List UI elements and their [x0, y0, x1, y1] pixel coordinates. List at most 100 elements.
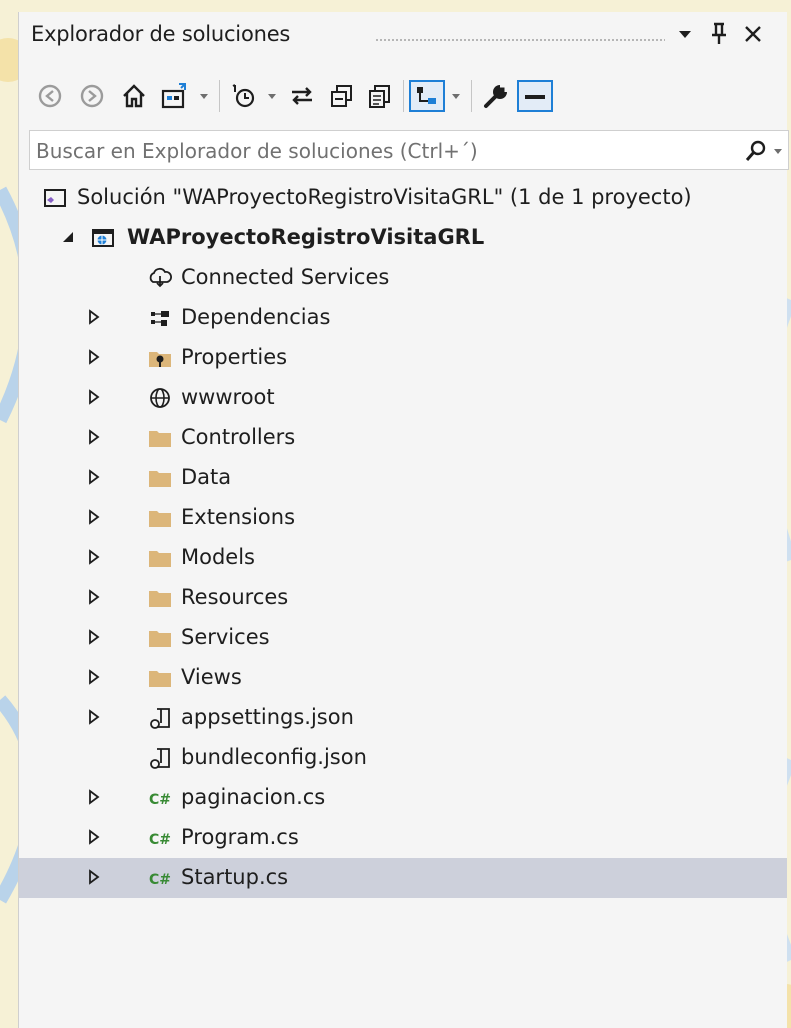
tree-item-views[interactable]: Views — [19, 658, 787, 698]
panel-titlebar: Explorador de soluciones — [19, 12, 787, 60]
folder-icon — [149, 551, 171, 567]
tree-item-label: bundleconfig.json — [181, 745, 367, 769]
tree-item-properties[interactable]: Properties — [19, 338, 787, 378]
solution-explorer-panel: Explorador de soluciones Buscar en Explo… — [18, 12, 789, 1028]
preview-dropdown[interactable] — [447, 80, 465, 112]
tree-item-label: Services — [181, 625, 270, 649]
collapse-all-icon — [331, 85, 352, 107]
back-button[interactable] — [33, 80, 67, 112]
forward-button[interactable] — [75, 80, 109, 112]
forward-arrow-icon — [80, 84, 104, 108]
collapsed-arrow-icon[interactable] — [85, 668, 103, 686]
tree-item-dependencias[interactable]: Dependencias — [19, 298, 787, 338]
web-project-icon — [92, 229, 114, 247]
tree-item-label: paginacion.cs — [181, 785, 326, 809]
tree-item-extensions[interactable]: Extensions — [19, 498, 787, 538]
preview-selected-items-button[interactable] — [409, 80, 445, 112]
chevron-down-icon — [200, 94, 208, 99]
tree-item-startup[interactable]: C# Startup.cs — [19, 858, 787, 898]
collapsed-arrow-icon[interactable] — [85, 508, 103, 526]
tree-item-label: Connected Services — [181, 265, 390, 289]
collapsed-arrow-icon[interactable] — [85, 428, 103, 446]
collapsed-arrow-icon[interactable] — [85, 588, 103, 606]
dropdown-arrow-icon — [679, 31, 691, 38]
tree-item-label: Controllers — [181, 425, 296, 449]
folder-icon — [149, 511, 171, 527]
pending-changes-dropdown[interactable] — [263, 80, 281, 112]
folder-icon — [149, 631, 171, 647]
auto-hide-pin-button[interactable] — [707, 20, 731, 48]
collapsed-arrow-icon[interactable] — [85, 348, 103, 366]
svg-text:C#: C# — [149, 872, 171, 888]
preview-pane-button[interactable] — [517, 80, 553, 112]
tree-item-project[interactable]: WAProyectoRegistroVisitaGRL — [19, 218, 787, 258]
search-options-chevron-icon[interactable] — [772, 145, 784, 157]
search-icon[interactable] — [744, 139, 768, 163]
svg-text:C#: C# — [149, 832, 171, 848]
show-all-files-button[interactable] — [363, 80, 397, 112]
window-position-button[interactable] — [673, 20, 697, 48]
solution-label: Solución "WAProyectoRegistroVisitaGRL" (… — [77, 185, 692, 209]
tree-item-label: Resources — [181, 585, 289, 609]
tree-item-appsettings[interactable]: appsettings.json — [19, 698, 787, 738]
tree-item-data[interactable]: Data — [19, 458, 787, 498]
collapsed-arrow-icon[interactable] — [85, 708, 103, 726]
expanded-arrow-icon[interactable] — [59, 228, 77, 246]
tree-item-models[interactable]: Models — [19, 538, 787, 578]
pending-changes-filter-button[interactable] — [227, 80, 261, 112]
tree-item-label: Views — [181, 665, 242, 689]
tree-item-bundleconfig[interactable]: bundleconfig.json — [19, 738, 787, 778]
folder-icon — [149, 431, 171, 447]
dependencies-icon — [151, 311, 169, 326]
collapsed-arrow-icon[interactable] — [85, 468, 103, 486]
properties-button[interactable] — [479, 80, 513, 112]
collapsed-arrow-icon[interactable] — [85, 548, 103, 566]
tree-item-program[interactable]: C# Program.cs — [19, 818, 787, 858]
tree-item-label: Dependencias — [181, 305, 331, 329]
switch-views-dropdown[interactable] — [195, 80, 213, 112]
collapsed-arrow-icon[interactable] — [85, 388, 103, 406]
minimize-bar-icon — [525, 95, 545, 99]
json-file-icon — [150, 708, 170, 729]
collapsed-arrow-icon[interactable] — [85, 828, 103, 846]
tree-item-label: Models — [181, 545, 255, 569]
switch-views-icon — [161, 83, 186, 109]
toolbar-separator — [403, 80, 404, 112]
tree-item-label: Properties — [181, 345, 288, 369]
tree-item-label: wwwroot — [181, 385, 275, 409]
tree-item-services[interactable]: Services — [19, 618, 787, 658]
collapsed-arrow-icon[interactable] — [85, 308, 103, 326]
switch-views-button[interactable] — [159, 80, 193, 112]
close-button[interactable] — [741, 20, 765, 48]
tree-item-resources[interactable]: Resources — [19, 578, 787, 618]
globe-icon — [150, 388, 170, 408]
home-button[interactable] — [117, 80, 151, 112]
close-icon — [745, 26, 761, 42]
pin-icon — [712, 22, 726, 44]
tree-item-label: Program.cs — [181, 825, 299, 849]
collapsed-arrow-icon[interactable] — [85, 868, 103, 886]
tree-item-connected-services[interactable]: Connected Services — [19, 258, 787, 298]
tree-item-solution[interactable]: Solución "WAProyectoRegistroVisitaGRL" (… — [19, 178, 787, 218]
collapsed-arrow-icon[interactable] — [85, 628, 103, 646]
tree-item-label: appsettings.json — [181, 705, 354, 729]
search-placeholder: Buscar en Explorador de soluciones (Ctrl… — [36, 139, 478, 163]
csharp-file-icon: C# — [149, 792, 171, 808]
project-label: WAProyectoRegistroVisitaGRL — [127, 225, 485, 249]
search-field[interactable]: Buscar en Explorador de soluciones (Ctrl… — [29, 130, 789, 170]
csharp-file-icon: C# — [149, 832, 171, 848]
tree-item-controllers[interactable]: Controllers — [19, 418, 787, 458]
chevron-down-icon — [452, 94, 460, 99]
collapsed-arrow-icon[interactable] — [85, 788, 103, 806]
csharp-file-icon: C# — [149, 872, 171, 888]
home-icon — [123, 84, 145, 108]
tree-item-paginacion[interactable]: C# paginacion.cs — [19, 778, 787, 818]
explorer-toolbar — [19, 74, 787, 118]
sync-active-document-button[interactable] — [285, 80, 319, 112]
folder-icon — [149, 471, 171, 487]
tree-item-wwwroot[interactable]: wwwroot — [19, 378, 787, 418]
collapse-all-button[interactable] — [325, 80, 359, 112]
tree-item-label: Startup.cs — [181, 865, 289, 889]
wrench-icon — [484, 84, 508, 108]
drag-grip[interactable] — [375, 38, 665, 43]
